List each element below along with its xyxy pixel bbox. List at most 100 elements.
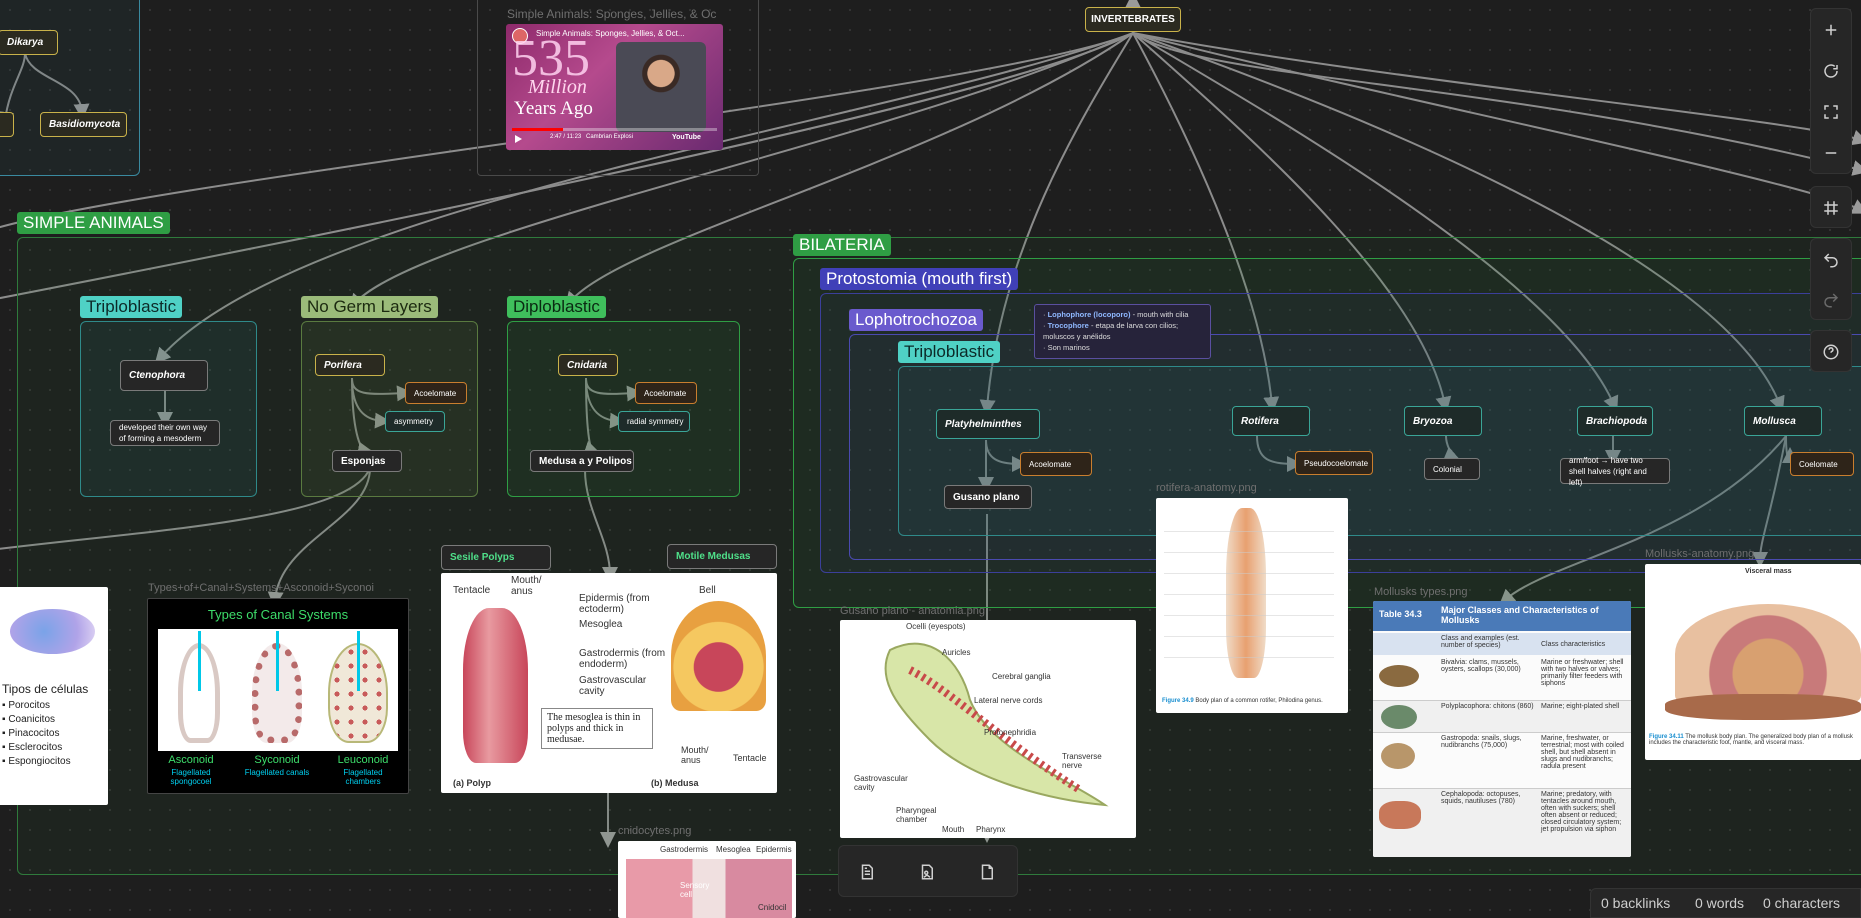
group-label-triploblastic: Triploblastic xyxy=(80,296,183,318)
file-image-icon xyxy=(921,864,933,880)
label-mesoglea: Mesoglea xyxy=(579,619,623,630)
lopho-text-1: - mouth with cilia xyxy=(1130,310,1189,319)
lophotrochozoa-note-card[interactable]: · Lophophore (locoporo) - mouth with cil… xyxy=(1034,304,1211,359)
video-presenter xyxy=(616,42,706,132)
node-bryozoa[interactable]: Bryozoa xyxy=(1404,406,1482,436)
node-cnidaria[interactable]: Cnidaria xyxy=(558,354,618,376)
canal-title: Types of Canal Systems xyxy=(207,607,349,622)
image-label-mollusk-types: Mollusks types.png xyxy=(1374,586,1468,598)
node-sesile-polyps[interactable]: Sesile Polyps xyxy=(441,545,551,570)
node-porifera-acoelomate[interactable]: Acoelomate xyxy=(405,382,467,404)
gusano-label-6: Transverse nerve xyxy=(1062,752,1102,770)
polyp-drawing xyxy=(463,608,528,763)
group-triploblastic xyxy=(80,321,257,497)
group-label-simple-animals: SIMPLE ANIMALS xyxy=(17,212,170,234)
node-mollusca[interactable]: Mollusca xyxy=(1744,406,1822,436)
plus-icon xyxy=(1825,24,1837,36)
status-characters: 0 characters xyxy=(1763,895,1841,911)
image-canal-systems[interactable]: Types of Canal Systems Asconoid Flagella… xyxy=(147,598,409,794)
redo-button[interactable] xyxy=(1811,283,1851,317)
node-motile-medusas[interactable]: Motile Medusas xyxy=(667,544,777,569)
label-bell: Bell xyxy=(699,585,716,596)
zoom-in-button[interactable] xyxy=(1811,13,1851,47)
help-button[interactable] xyxy=(1811,335,1851,369)
history-controls xyxy=(1810,238,1852,320)
video-progress-bar[interactable] xyxy=(512,128,717,131)
reset-zoom-button[interactable] xyxy=(1811,54,1851,88)
node-basidiomycota[interactable]: Basidiomycota xyxy=(40,112,127,137)
youtube-logo[interactable]: YouTube xyxy=(672,134,701,141)
node-fungi-partial[interactable] xyxy=(0,112,14,137)
label-gastrodermis: Gastrodermis (from endoderm) xyxy=(579,648,666,670)
gusano-label-7: Gastrovascular cavity xyxy=(854,774,908,792)
zoom-to-fit-button[interactable] xyxy=(1811,95,1851,129)
visceral-mass-label: Visceral mass xyxy=(1745,568,1792,575)
undo-button[interactable] xyxy=(1811,243,1851,277)
table-title: Major Classes and Characteristics of Mol… xyxy=(1441,605,1599,625)
table-row: Polyplacophora: chitons (860) Marine; ei… xyxy=(1373,701,1631,733)
image-mollusk-table[interactable]: Table 34.3 Major Classes and Characteris… xyxy=(1373,601,1631,857)
label-gastrovascular: Gastrovascular cavity xyxy=(579,675,647,697)
cnido-label-3: Epidermis xyxy=(756,845,792,854)
status-backlinks[interactable]: 0 backlinks xyxy=(1601,895,1670,911)
node-rotifera[interactable]: Rotifera xyxy=(1232,406,1310,436)
medusa-drawing xyxy=(671,601,766,711)
label-tentacle: Tentacle xyxy=(453,585,491,596)
node-dikarya[interactable]: Dikarya xyxy=(0,30,58,55)
node-brachiopoda[interactable]: Brachiopoda xyxy=(1577,406,1653,436)
node-pseudocoelomate[interactable]: Pseudocoelomate xyxy=(1295,451,1373,475)
snap-to-grid-button[interactable] xyxy=(1811,191,1851,225)
image-label-gusano: Gusano plano - anatomia.png xyxy=(840,605,985,617)
syconoid-label: Syconoid xyxy=(254,754,300,766)
canvas-add-toolbar xyxy=(838,845,1018,897)
add-note-button[interactable] xyxy=(847,855,887,889)
group-label-lophotrochozoa: Lophotrochozoa xyxy=(849,309,983,331)
group-label-triploblastic-inner: Triploblastic xyxy=(898,341,1001,363)
mollusk-caption: Figure 34.11 The mollusk body plan. The … xyxy=(1649,734,1853,746)
node-porifera-asymmetry[interactable]: asymmetry xyxy=(385,411,445,432)
node-medusa-polipos[interactable]: Medusa a y Polipos xyxy=(530,450,634,472)
gusano-label-4: Lateral nerve cords xyxy=(974,696,1043,705)
image-cell-types[interactable]: Tipos de células ▪ Porocitos ▪ Coanicito… xyxy=(0,587,108,805)
table-header: Table 34.3 Major Classes and Characteris… xyxy=(1373,601,1631,631)
node-gusano-plano[interactable]: Gusano plano xyxy=(944,485,1032,509)
video-player[interactable]: Simple Animals: Sponges, Jellies, & Oct.… xyxy=(506,24,723,150)
label-mouth-anus: Mouth/ anus xyxy=(511,575,542,597)
node-brachiopoda-note[interactable]: arm/foot → have two shell halves (right … xyxy=(1560,456,1670,487)
add-media-button[interactable] xyxy=(907,855,947,889)
help-controls xyxy=(1810,330,1852,372)
leuconoid-sub: Flagellated chambers xyxy=(343,768,383,786)
node-platy-acoelomate[interactable]: Acoelomate xyxy=(1020,452,1092,476)
gusano-label-8: Pharyngeal chamber xyxy=(896,806,937,824)
gusano-label-1: Ocelli (eyespots) xyxy=(906,622,966,631)
cell-type-list: ▪ Porocitos ▪ Coanicitos ▪ Pinacocitos ▪… xyxy=(2,699,71,769)
mesoglea-note: The mesoglea is thin in polyps and thick… xyxy=(541,708,653,749)
image-rotifera[interactable]: Figure 34.9 Body plan of a common rotife… xyxy=(1156,498,1348,713)
node-invertebrates[interactable]: INVERTEBRATES xyxy=(1085,7,1181,32)
maximize-icon xyxy=(1824,105,1838,119)
gusano-label-10: Pharynx xyxy=(976,825,1006,834)
table-row: Gastropoda: snails, slugs, nudibranchs (… xyxy=(1373,733,1631,789)
group-label-no-germ-layers: No Germ Layers xyxy=(301,296,438,318)
snap-controls xyxy=(1810,186,1852,228)
image-gusano-plano[interactable]: Ocelli (eyespots) Auricles Cerebral gang… xyxy=(840,620,1136,838)
node-porifera[interactable]: Porifera xyxy=(315,354,385,376)
node-cnidaria-radial[interactable]: radial symmetry xyxy=(618,411,690,432)
image-polyp-medusa[interactable]: Tentacle Mouth/ anus Epidermis (from ect… xyxy=(441,573,777,793)
play-icon[interactable] xyxy=(515,135,522,143)
node-coelomate[interactable]: Coelomate xyxy=(1790,452,1854,476)
node-esponjas[interactable]: Esponjas xyxy=(332,450,402,472)
node-cnidaria-acoelomate[interactable]: Acoelomate xyxy=(635,382,697,404)
add-file-button[interactable] xyxy=(967,855,1007,889)
cnido-label-5: Cnidocil xyxy=(758,903,787,912)
gusano-label-3: Cerebral ganglia xyxy=(992,672,1051,681)
cnido-label-1: Gastrodermis xyxy=(660,845,709,854)
node-colonial[interactable]: Colonial xyxy=(1424,458,1480,480)
image-cnidocytes[interactable]: Gastrodermis Mesoglea Epidermis Sensory … xyxy=(618,841,796,918)
node-ctenophora[interactable]: Ctenophora xyxy=(120,360,208,391)
node-ctenophora-note[interactable]: developed their own way of forming a mes… xyxy=(110,420,220,446)
image-mollusk-anatomy[interactable]: Visceral mass Figure 34.11 The mollusk b… xyxy=(1645,564,1861,760)
cell-types-title: Tipos de células xyxy=(2,682,89,696)
zoom-out-button[interactable] xyxy=(1811,136,1851,170)
node-platyhelminthes[interactable]: Platyhelminthes xyxy=(936,409,1040,439)
